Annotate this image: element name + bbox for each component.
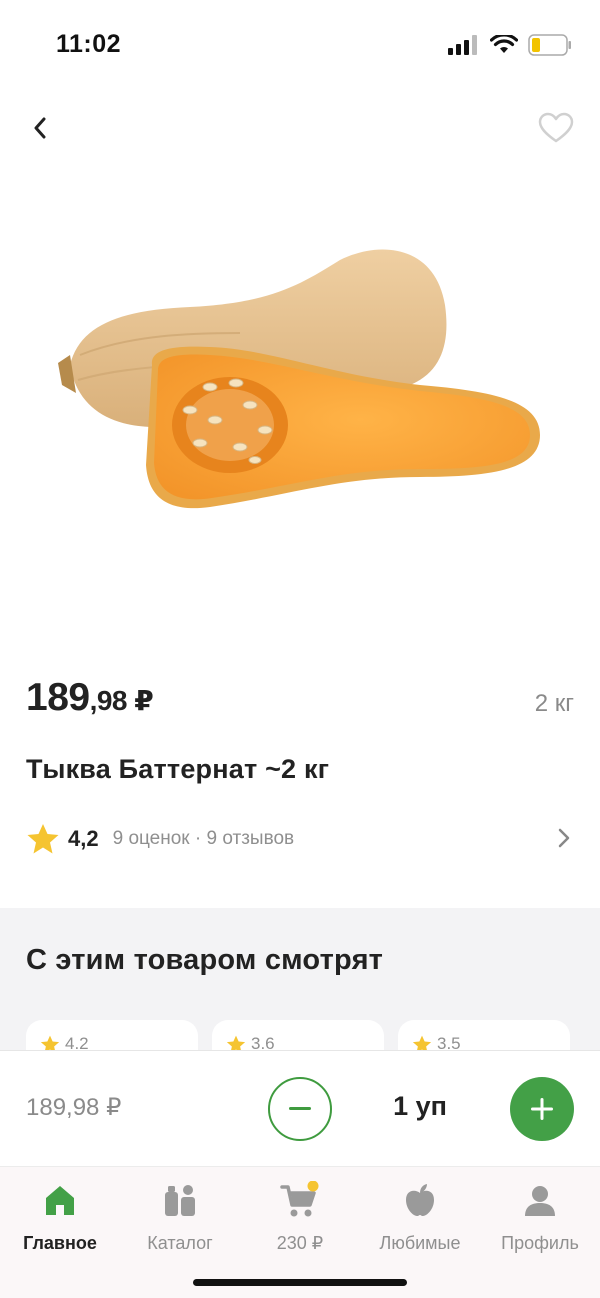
product-title: Тыква Баттернат ~2 кг: [26, 754, 330, 784]
cart-price: 189,98 ₽: [26, 1094, 122, 1121]
tab-favorites[interactable]: Любимые: [360, 1179, 480, 1259]
rating-value: 4,2: [68, 826, 99, 851]
minus-icon: [289, 1107, 311, 1110]
status-time: 11:02: [56, 30, 122, 58]
chevron-right-icon: [558, 828, 570, 848]
increase-quantity-button[interactable]: [510, 1077, 574, 1141]
quantity-value: 1 уп: [393, 1091, 447, 1121]
tab-label: Любимые: [379, 1233, 461, 1253]
tab-label: Профиль: [501, 1233, 579, 1253]
product-weight: 2 кг: [534, 690, 574, 717]
battery-icon: [528, 34, 572, 61]
tab-cart[interactable]: 230 ₽: [240, 1179, 360, 1259]
tab-label: 230 ₽: [276, 1233, 324, 1253]
related-title: С этим товаром смотрят: [26, 944, 384, 976]
tab-label: Каталог: [147, 1233, 213, 1253]
price-rubles: 189: [26, 676, 90, 719]
tab-label: Главное: [23, 1233, 97, 1253]
price-row: 189,98 ₽ 2 кг: [26, 676, 574, 726]
signal-icon: [448, 35, 480, 60]
star-icon: [27, 824, 59, 854]
apple-icon: [402, 1179, 438, 1221]
profile-icon: [522, 1179, 558, 1221]
rating-meta: 9 оценок · 9 отзывов: [112, 828, 295, 849]
home-indicator: [193, 1279, 407, 1286]
status-icons: [448, 33, 572, 61]
chevron-left-icon: [34, 117, 46, 139]
wifi-icon: [489, 33, 519, 60]
favorite-button[interactable]: [534, 106, 578, 150]
butternut-squash-photo: [58, 249, 540, 509]
cart-icon: [280, 1179, 320, 1221]
price-kopecks: ,98 ₽: [89, 685, 154, 716]
tab-catalog[interactable]: Каталог: [120, 1179, 240, 1259]
catalog-icon: [162, 1179, 198, 1221]
tab-home[interactable]: Главное: [0, 1179, 120, 1259]
heart-outline-icon: [538, 112, 574, 143]
status-bar: 11:02: [0, 0, 600, 90]
product-image: [40, 215, 560, 545]
plus-icon: [531, 1098, 553, 1120]
cart-bar: 189,98 ₽ 1 уп: [0, 1050, 600, 1166]
decrease-quantity-button[interactable]: [268, 1077, 332, 1141]
product-price: 189,98 ₽: [26, 676, 154, 720]
home-icon: [42, 1179, 78, 1221]
rating-row[interactable]: 4,2 9 оценок · 9 отзывов: [26, 818, 574, 860]
tab-bar: Главное Каталог 230 ₽ Любимые Профиль: [0, 1166, 600, 1298]
back-button[interactable]: [22, 108, 58, 148]
tab-profile[interactable]: Профиль: [480, 1179, 600, 1259]
